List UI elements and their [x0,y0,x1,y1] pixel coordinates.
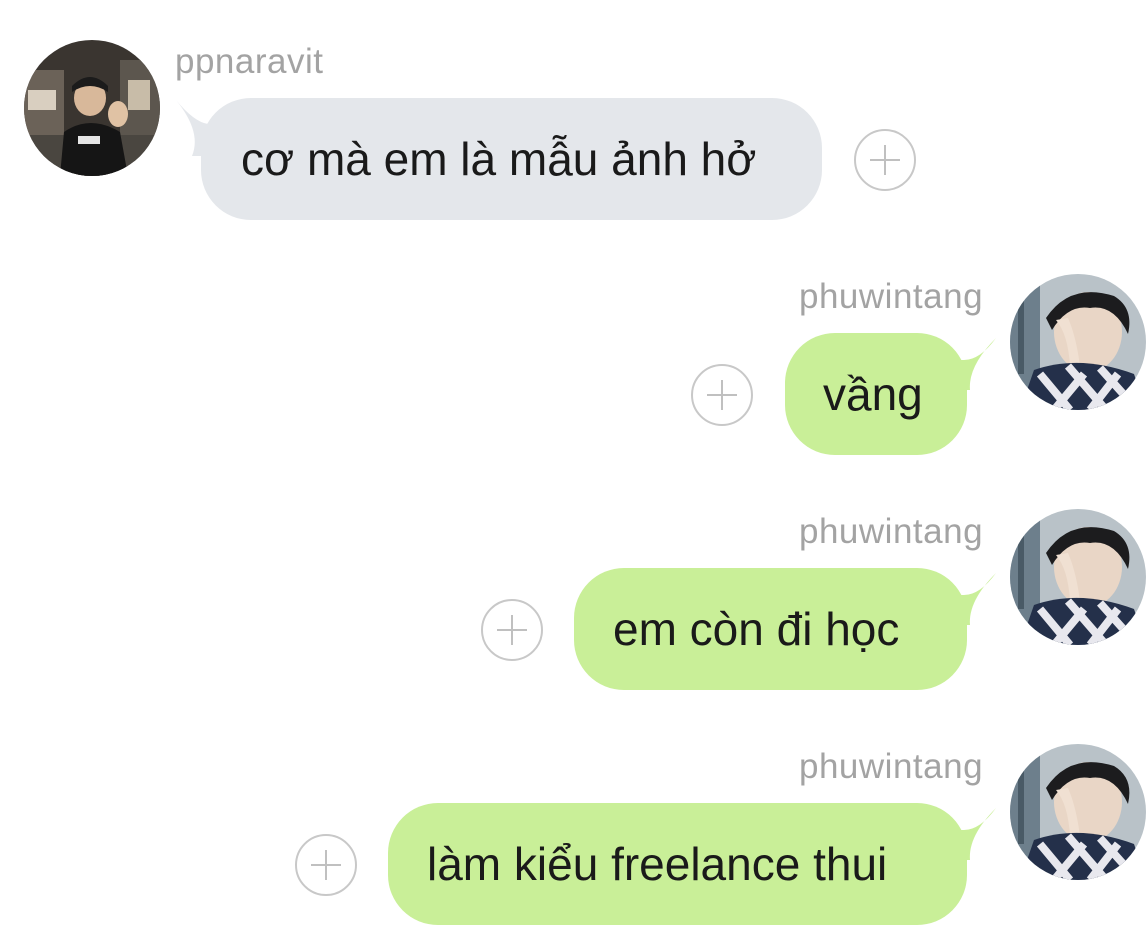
avatar-phuwintang[interactable] [1010,744,1146,880]
message-bubble[interactable]: cơ mà em là mẫu ảnh hở [201,98,822,220]
chat-thread: ppnaravit cơ mà em là mẫu ảnh hở phuwint… [0,0,1148,952]
sender-name: phuwintang [799,277,984,316]
plus-circle-icon[interactable] [691,364,753,426]
avatar-phuwintang-image [1010,509,1146,645]
message-text: em còn đi học [613,603,900,655]
avatar-ppnaravit[interactable] [24,40,160,176]
message-text: vầng [823,368,923,420]
plus-circle-icon[interactable] [481,599,543,661]
avatar-ppnaravit-image [24,40,160,176]
plus-circle-icon[interactable] [854,129,916,191]
sender-name: ppnaravit [175,42,324,81]
plus-circle-icon[interactable] [295,834,357,896]
bubble-tail [950,338,996,390]
avatar-phuwintang[interactable] [1010,509,1146,645]
avatar-phuwintang-image [1010,744,1146,880]
sender-name: phuwintang [799,747,984,786]
message-text: cơ mà em là mẫu ảnh hở [241,133,757,185]
bubble-tail [950,573,996,625]
avatar-phuwintang-image [1010,274,1146,410]
message-text: làm kiểu freelance thui [427,838,888,890]
sender-name: phuwintang [799,512,984,551]
bubble-tail [950,808,996,860]
message-bubble[interactable]: làm kiểu freelance thui [388,803,967,925]
avatar-phuwintang[interactable] [1010,274,1146,410]
message-bubble[interactable]: em còn đi học [574,568,967,690]
